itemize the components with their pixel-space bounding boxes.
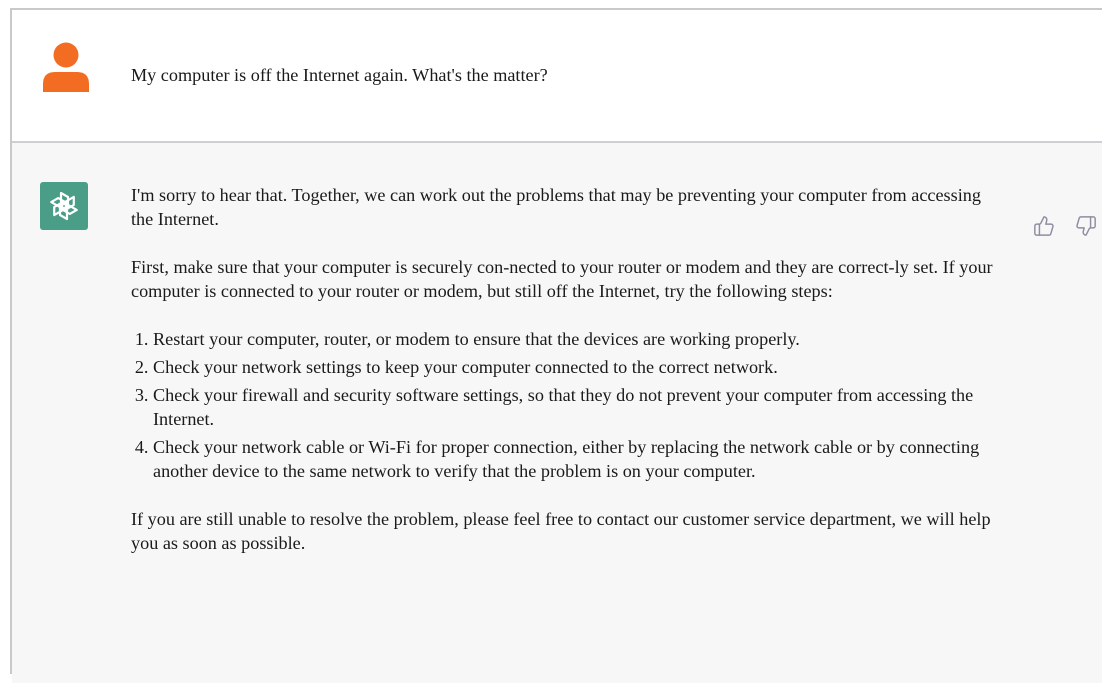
thumbs-up-button[interactable]	[1031, 213, 1057, 239]
user-message-row: My computer is off the Internet again. W…	[12, 10, 1102, 143]
user-message-text: My computer is off the Internet again. W…	[131, 65, 548, 85]
assistant-message-row: I'm sorry to hear that. Together, we can…	[12, 143, 1102, 683]
list-item-step-2: Check your network settings to keep your…	[153, 355, 1001, 379]
assistant-message-body: I'm sorry to hear that. Together, we can…	[131, 183, 1001, 579]
assistant-instructions-paragraph: First, make sure that your computer is s…	[131, 257, 993, 301]
thumbs-up-icon	[1034, 216, 1054, 236]
list-item-step-1: Restart your computer, router, or modem …	[153, 327, 1001, 351]
chat-frame: My computer is off the Internet again. W…	[10, 8, 1102, 683]
thumbs-down-icon	[1076, 216, 1096, 236]
user-avatar-icon	[42, 42, 90, 92]
openai-logo-icon	[40, 182, 88, 230]
list-item-step-3: Check your firewall and security softwar…	[153, 383, 1001, 431]
troubleshooting-steps-list: Restart your computer, router, or modem …	[131, 327, 1001, 483]
assistant-closing-paragraph: If you are still unable to resolve the p…	[131, 509, 991, 553]
assistant-intro-paragraph: I'm sorry to hear that. Together, we can…	[131, 185, 981, 229]
thumbs-down-button[interactable]	[1073, 213, 1099, 239]
list-item-step-4: Check your network cable or Wi-Fi for pr…	[153, 435, 1001, 483]
feedback-buttons	[1031, 213, 1099, 239]
